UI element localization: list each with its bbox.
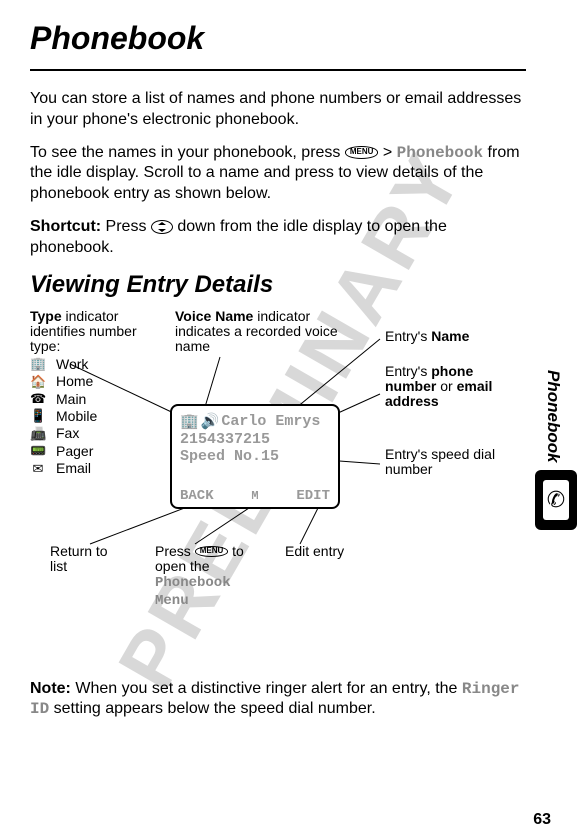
type-item-pager: 📟 Pager xyxy=(30,444,160,459)
shortcut-paragraph: Shortcut: Press down from the idle displ… xyxy=(30,217,526,259)
type-head-bold: Type xyxy=(30,308,62,324)
main-label: Main xyxy=(56,392,86,407)
edit-entry-annot: Edit entry xyxy=(285,544,345,559)
home-label: Home xyxy=(56,374,93,389)
nav-text-1: To see the names in your phonebook, pres… xyxy=(30,144,340,161)
mobile-icon: 📱 xyxy=(30,409,46,423)
work-icon: 🏢 xyxy=(30,357,46,371)
page-title: Phonebook xyxy=(30,20,526,57)
press-menu-annot: Press MENU to open the Phonebook Menu xyxy=(155,544,265,610)
fax-label: Fax xyxy=(56,426,79,441)
phone-icon: ✆ xyxy=(543,480,569,520)
menu-button-icon-2: MENU xyxy=(195,546,229,557)
voice-indicator-icon: 🔊 xyxy=(201,412,220,431)
main-icon: ☎ xyxy=(30,392,46,406)
email-label: Email xyxy=(56,461,91,476)
scroll-button-icon xyxy=(151,220,173,234)
back-softkey[interactable]: BACK xyxy=(180,488,214,504)
entry-speed-display: Speed No.15 xyxy=(180,448,330,465)
note-label: Note: xyxy=(30,680,71,697)
entry-name-annot: Entry's Name xyxy=(385,329,515,344)
entry-phone-pre: Entry's xyxy=(385,363,431,379)
type-item-email: ✉ Email xyxy=(30,461,160,476)
title-divider xyxy=(30,69,526,71)
phonebook-menu-label: Phonebook Menu xyxy=(155,575,231,608)
type-item-fax: 📠 Fax xyxy=(30,426,160,441)
pager-label: Pager xyxy=(56,444,93,459)
type-indicator-annot: Type indicator identifies number type: 🏢… xyxy=(30,309,160,479)
type-indicator-icon: 🏢 xyxy=(180,412,199,431)
entry-name-display: Carlo Emrys xyxy=(221,413,330,430)
intro-paragraph: You can store a list of names and phone … xyxy=(30,89,526,131)
entry-name-bold: Name xyxy=(431,328,469,344)
type-item-main: ☎ Main xyxy=(30,392,160,407)
softkey-bar: BACK M EDIT xyxy=(180,488,330,504)
voice-name-annot: Voice Name indicator indicates a recorde… xyxy=(175,309,345,355)
type-item-work: 🏢 Work xyxy=(30,357,160,372)
entry-phone-mid: or xyxy=(436,378,456,394)
email-icon: ✉ xyxy=(30,462,46,476)
type-item-home: 🏠 Home xyxy=(30,374,160,389)
type-item-mobile: 📱 Mobile xyxy=(30,409,160,424)
phone-screen: 🏢 🔊 Carlo Emrys 2154337215 Speed No.15 B… xyxy=(170,404,340,509)
note-text-2: setting appears below the speed dial num… xyxy=(49,700,375,717)
navigate-paragraph: To see the names in your phonebook, pres… xyxy=(30,143,526,205)
section-heading: Viewing Entry Details xyxy=(30,271,526,299)
speed-dial-annot: Entry's speed dial number xyxy=(385,447,515,478)
menu-softkey-icon[interactable]: M xyxy=(251,489,258,503)
nav-text-2: > xyxy=(378,144,396,161)
entry-detail-diagram: Type indicator identifies number type: 🏢… xyxy=(30,309,526,679)
work-label: Work xyxy=(56,357,88,372)
type-list: 🏢 Work 🏠 Home ☎ Main 📱 Mobile 📠 Fax 📟 Pager ✉ E… xyxy=(30,357,160,477)
return-annot: Return to list xyxy=(50,544,120,575)
entry-name-pre: Entry's xyxy=(385,328,431,344)
screen-line-1: 🏢 🔊 Carlo Emrys xyxy=(180,412,330,431)
entry-phone-annot: Entry's phone number or email address xyxy=(385,364,515,410)
nav-phonebook-label: Phonebook xyxy=(397,144,483,162)
fax-icon: 📠 xyxy=(30,427,46,441)
shortcut-label: Shortcut: xyxy=(30,218,101,235)
voice-name-bold: Voice Name xyxy=(175,308,253,324)
press-menu-text1: Press xyxy=(155,543,195,559)
note-paragraph: Note: When you set a distinctive ringer … xyxy=(30,679,526,721)
menu-button-icon: MENU xyxy=(345,146,379,158)
page-number: 63 xyxy=(533,811,551,829)
sidebar: Phonebook ✆ xyxy=(526,0,581,839)
entry-number-display: 2154337215 xyxy=(180,431,330,448)
shortcut-text-1: Press xyxy=(101,218,151,235)
home-icon: 🏠 xyxy=(30,375,46,389)
note-text-1: When you set a distinctive ringer alert … xyxy=(71,680,462,697)
pager-icon: 📟 xyxy=(30,444,46,458)
sidebar-phonebook-icon: ✆ xyxy=(535,470,577,530)
sidebar-section-label: Phonebook xyxy=(543,370,563,463)
mobile-label: Mobile xyxy=(56,409,97,424)
edit-softkey[interactable]: EDIT xyxy=(296,488,330,504)
